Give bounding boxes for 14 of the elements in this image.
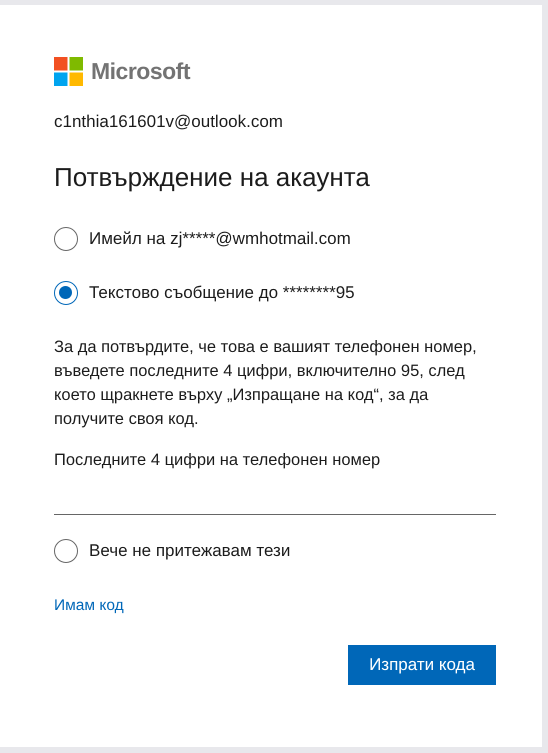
option-label: Имейл на zj*****@wmhotmail.com	[89, 229, 351, 249]
field-label: Последните 4 цифри на телефонен номер	[54, 451, 382, 470]
option-label: Текстово съобщение до ********95	[89, 283, 355, 303]
radio-button[interactable]	[54, 281, 78, 305]
logo-icon	[54, 57, 83, 86]
radio-button[interactable]	[54, 539, 78, 563]
account-email: c1nthia161601v@outlook.com	[54, 112, 284, 132]
have-code-link[interactable]: Имам код	[54, 597, 124, 615]
option-label: Вече не притежавам тези	[89, 541, 290, 561]
send-code-button[interactable]: Изпрати кода	[348, 645, 496, 685]
brand-name: Microsoft	[91, 58, 190, 85]
radio-button[interactable]	[54, 227, 78, 251]
page-title: Потвърждение на акаунта	[54, 162, 371, 193]
instructions-text: За да потвърдите, че това е вашият телефонен номер, въведете последните 4 цифри, включително 95, след което щракнете върху „Изпращане на код“, за да получите своя код.	[54, 337, 478, 430]
